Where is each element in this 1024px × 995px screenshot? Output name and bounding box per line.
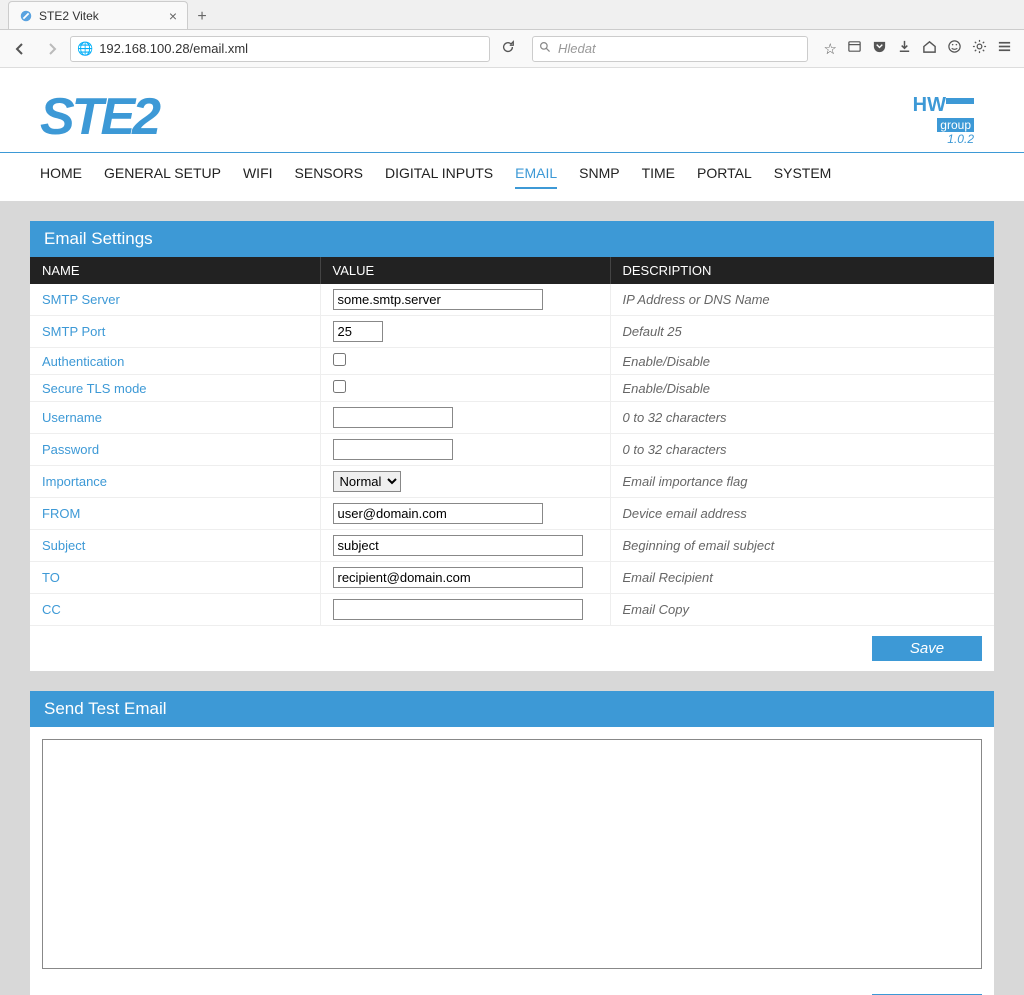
email-settings-title: Email Settings — [30, 221, 994, 257]
label-secure-tls: Secure TLS mode — [30, 375, 320, 402]
nav-snmp[interactable]: SNMP — [579, 165, 619, 189]
send-test-email-title: Send Test Email — [30, 691, 994, 727]
desc-importance: Email importance flag — [610, 466, 994, 498]
firmware-version: 1.0.2 — [947, 132, 974, 146]
nav-system[interactable]: SYSTEM — [774, 165, 832, 189]
col-header-value: VALUE — [320, 257, 610, 284]
row-cc: CC Email Copy — [30, 594, 994, 626]
nav-general-setup[interactable]: GENERAL SETUP — [104, 165, 221, 189]
desc-password: 0 to 32 characters — [610, 434, 994, 466]
content-area: Email Settings NAME VALUE DESCRIPTION SM… — [0, 201, 1024, 995]
label-from: FROM — [30, 498, 320, 530]
input-password[interactable] — [333, 439, 453, 460]
input-cc[interactable] — [333, 599, 583, 620]
row-smtp-port: SMTP Port Default 25 — [30, 316, 994, 348]
desc-secure-tls: Enable/Disable — [610, 375, 994, 402]
desc-smtp-port: Default 25 — [610, 316, 994, 348]
checkbox-secure-tls[interactable] — [333, 380, 346, 393]
main-nav: HOME GENERAL SETUP WIFI SENSORS DIGITAL … — [0, 153, 1024, 201]
row-authentication: Authentication Enable/Disable — [30, 348, 994, 375]
gear-icon[interactable] — [972, 39, 987, 58]
send-test-email-panel: Send Test Email Test — [30, 691, 994, 995]
desc-from: Device email address — [610, 498, 994, 530]
hw-logo-bar-icon — [946, 98, 974, 104]
label-password: Password — [30, 434, 320, 466]
desc-smtp-server: IP Address or DNS Name — [610, 284, 994, 316]
label-to: TO — [30, 562, 320, 594]
save-button[interactable]: Save — [872, 636, 982, 661]
col-header-description: DESCRIPTION — [610, 257, 994, 284]
row-smtp-server: SMTP Server IP Address or DNS Name — [30, 284, 994, 316]
back-button[interactable] — [6, 35, 34, 63]
menu-icon[interactable] — [997, 39, 1012, 58]
nav-digital-inputs[interactable]: DIGITAL INPUTS — [385, 165, 493, 189]
nav-home[interactable]: HOME — [40, 165, 82, 189]
hw-group-logo: HW group — [913, 94, 974, 132]
row-importance: Importance Normal Email importance flag — [30, 466, 994, 498]
globe-icon: 🌐 — [77, 41, 93, 57]
input-username[interactable] — [333, 407, 453, 428]
browser-tab-bar: STE2 Vitek × + — [0, 0, 1024, 30]
label-username: Username — [30, 402, 320, 434]
hw-logo-hw: HW — [913, 94, 946, 116]
pocket-icon[interactable] — [872, 39, 887, 58]
input-smtp-port[interactable] — [333, 321, 383, 342]
label-authentication: Authentication — [30, 348, 320, 375]
forward-button[interactable] — [38, 35, 66, 63]
nav-portal[interactable]: PORTAL — [697, 165, 752, 189]
tab-favicon-icon — [19, 9, 33, 23]
row-secure-tls: Secure TLS mode Enable/Disable — [30, 375, 994, 402]
desc-subject: Beginning of email subject — [610, 530, 994, 562]
url-text: 192.168.100.28/email.xml — [99, 41, 483, 56]
hw-logo-group: group — [937, 118, 974, 132]
new-tab-button[interactable]: + — [188, 5, 216, 29]
smiley-icon[interactable] — [947, 39, 962, 58]
row-to: TO Email Recipient — [30, 562, 994, 594]
select-importance[interactable]: Normal — [333, 471, 401, 492]
browser-nav-toolbar: 🌐 192.168.100.28/email.xml Hledat ☆ — [0, 30, 1024, 68]
tab-title: STE2 Vitek — [39, 9, 163, 23]
url-bar[interactable]: 🌐 192.168.100.28/email.xml — [70, 36, 490, 62]
input-subject[interactable] — [333, 535, 583, 556]
col-header-name: NAME — [30, 257, 320, 284]
browser-tab[interactable]: STE2 Vitek × — [8, 1, 188, 29]
nav-sensors[interactable]: SENSORS — [295, 165, 363, 189]
home-icon[interactable] — [922, 39, 937, 58]
desc-cc: Email Copy — [610, 594, 994, 626]
nav-email[interactable]: EMAIL — [515, 165, 557, 189]
label-subject: Subject — [30, 530, 320, 562]
nav-time[interactable]: TIME — [642, 165, 675, 189]
input-from[interactable] — [333, 503, 543, 524]
label-cc: CC — [30, 594, 320, 626]
label-smtp-server: SMTP Server — [30, 284, 320, 316]
page-header: STE2 HW group 1.0.2 HOME GENERAL SETUP W… — [0, 68, 1024, 201]
toolbar-icons: ☆ — [818, 39, 1018, 58]
label-smtp-port: SMTP Port — [30, 316, 320, 348]
checkbox-authentication[interactable] — [333, 353, 346, 366]
row-from: FROM Device email address — [30, 498, 994, 530]
bookmark-icon[interactable]: ☆ — [824, 40, 837, 58]
library-icon[interactable] — [847, 39, 862, 58]
nav-wifi[interactable]: WIFI — [243, 165, 273, 189]
download-icon[interactable] — [897, 39, 912, 58]
desc-authentication: Enable/Disable — [610, 348, 994, 375]
input-smtp-server[interactable] — [333, 289, 543, 310]
ste2-logo: STE2 — [40, 87, 158, 147]
desc-to: Email Recipient — [610, 562, 994, 594]
search-icon — [539, 41, 552, 57]
row-username: Username 0 to 32 characters — [30, 402, 994, 434]
search-placeholder: Hledat — [558, 41, 596, 56]
email-settings-table: NAME VALUE DESCRIPTION SMTP Server IP Ad… — [30, 257, 994, 626]
search-bar[interactable]: Hledat — [532, 36, 808, 62]
row-subject: Subject Beginning of email subject — [30, 530, 994, 562]
email-settings-panel: Email Settings NAME VALUE DESCRIPTION SM… — [30, 221, 994, 671]
tab-close-button[interactable]: × — [169, 8, 177, 24]
label-importance: Importance — [30, 466, 320, 498]
reload-button[interactable] — [494, 40, 522, 57]
input-to[interactable] — [333, 567, 583, 588]
row-password: Password 0 to 32 characters — [30, 434, 994, 466]
page-body: STE2 HW group 1.0.2 HOME GENERAL SETUP W… — [0, 68, 1024, 995]
desc-username: 0 to 32 characters — [610, 402, 994, 434]
test-email-textarea[interactable] — [42, 739, 982, 969]
